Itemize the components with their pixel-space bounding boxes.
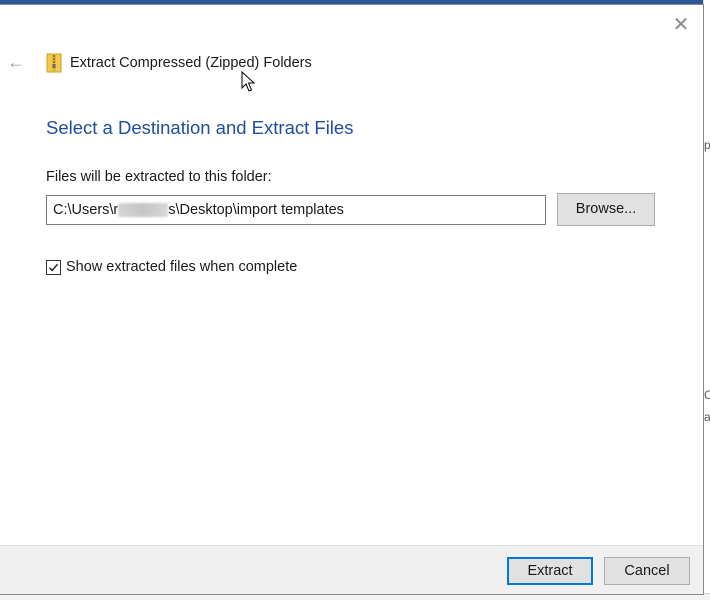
path-prefix: C:\Users\r — [53, 202, 119, 218]
show-files-checkbox[interactable] — [46, 259, 61, 275]
window-title: Extract Compressed (Zipped) Folders — [46, 53, 312, 73]
background-glyph: a — [704, 410, 710, 424]
dialog-footer: Extract Cancel — [0, 545, 703, 594]
extract-button[interactable]: Extract — [507, 557, 593, 585]
extract-dialog: ✕ ← Extract Compressed (Zipped) Folders … — [0, 4, 704, 595]
destination-path-input[interactable]: C:\Users\r s\Desktop\import templates — [46, 195, 546, 225]
destination-label: Files will be extracted to this folder: — [46, 169, 272, 185]
background-right-strip — [703, 0, 710, 600]
checkmark-icon — [49, 263, 59, 272]
mouse-cursor-icon — [241, 71, 255, 92]
back-arrow-icon[interactable]: ← — [6, 53, 26, 71]
page-heading: Select a Destination and Extract Files — [46, 117, 354, 138]
cancel-button[interactable]: Cancel — [604, 557, 690, 585]
zip-folder-icon — [46, 53, 62, 73]
window-title-text: Extract Compressed (Zipped) Folders — [70, 55, 312, 71]
redacted-username — [118, 203, 169, 218]
show-files-label: Show extracted files when complete — [66, 259, 298, 275]
background-glyph: C — [704, 388, 710, 402]
show-files-option[interactable]: Show extracted files when complete — [46, 259, 297, 275]
background-glyph: p — [704, 138, 710, 152]
browse-button[interactable]: Browse... — [557, 193, 655, 226]
path-suffix: s\Desktop\import templates — [168, 202, 344, 218]
close-icon[interactable]: ✕ — [671, 15, 691, 35]
